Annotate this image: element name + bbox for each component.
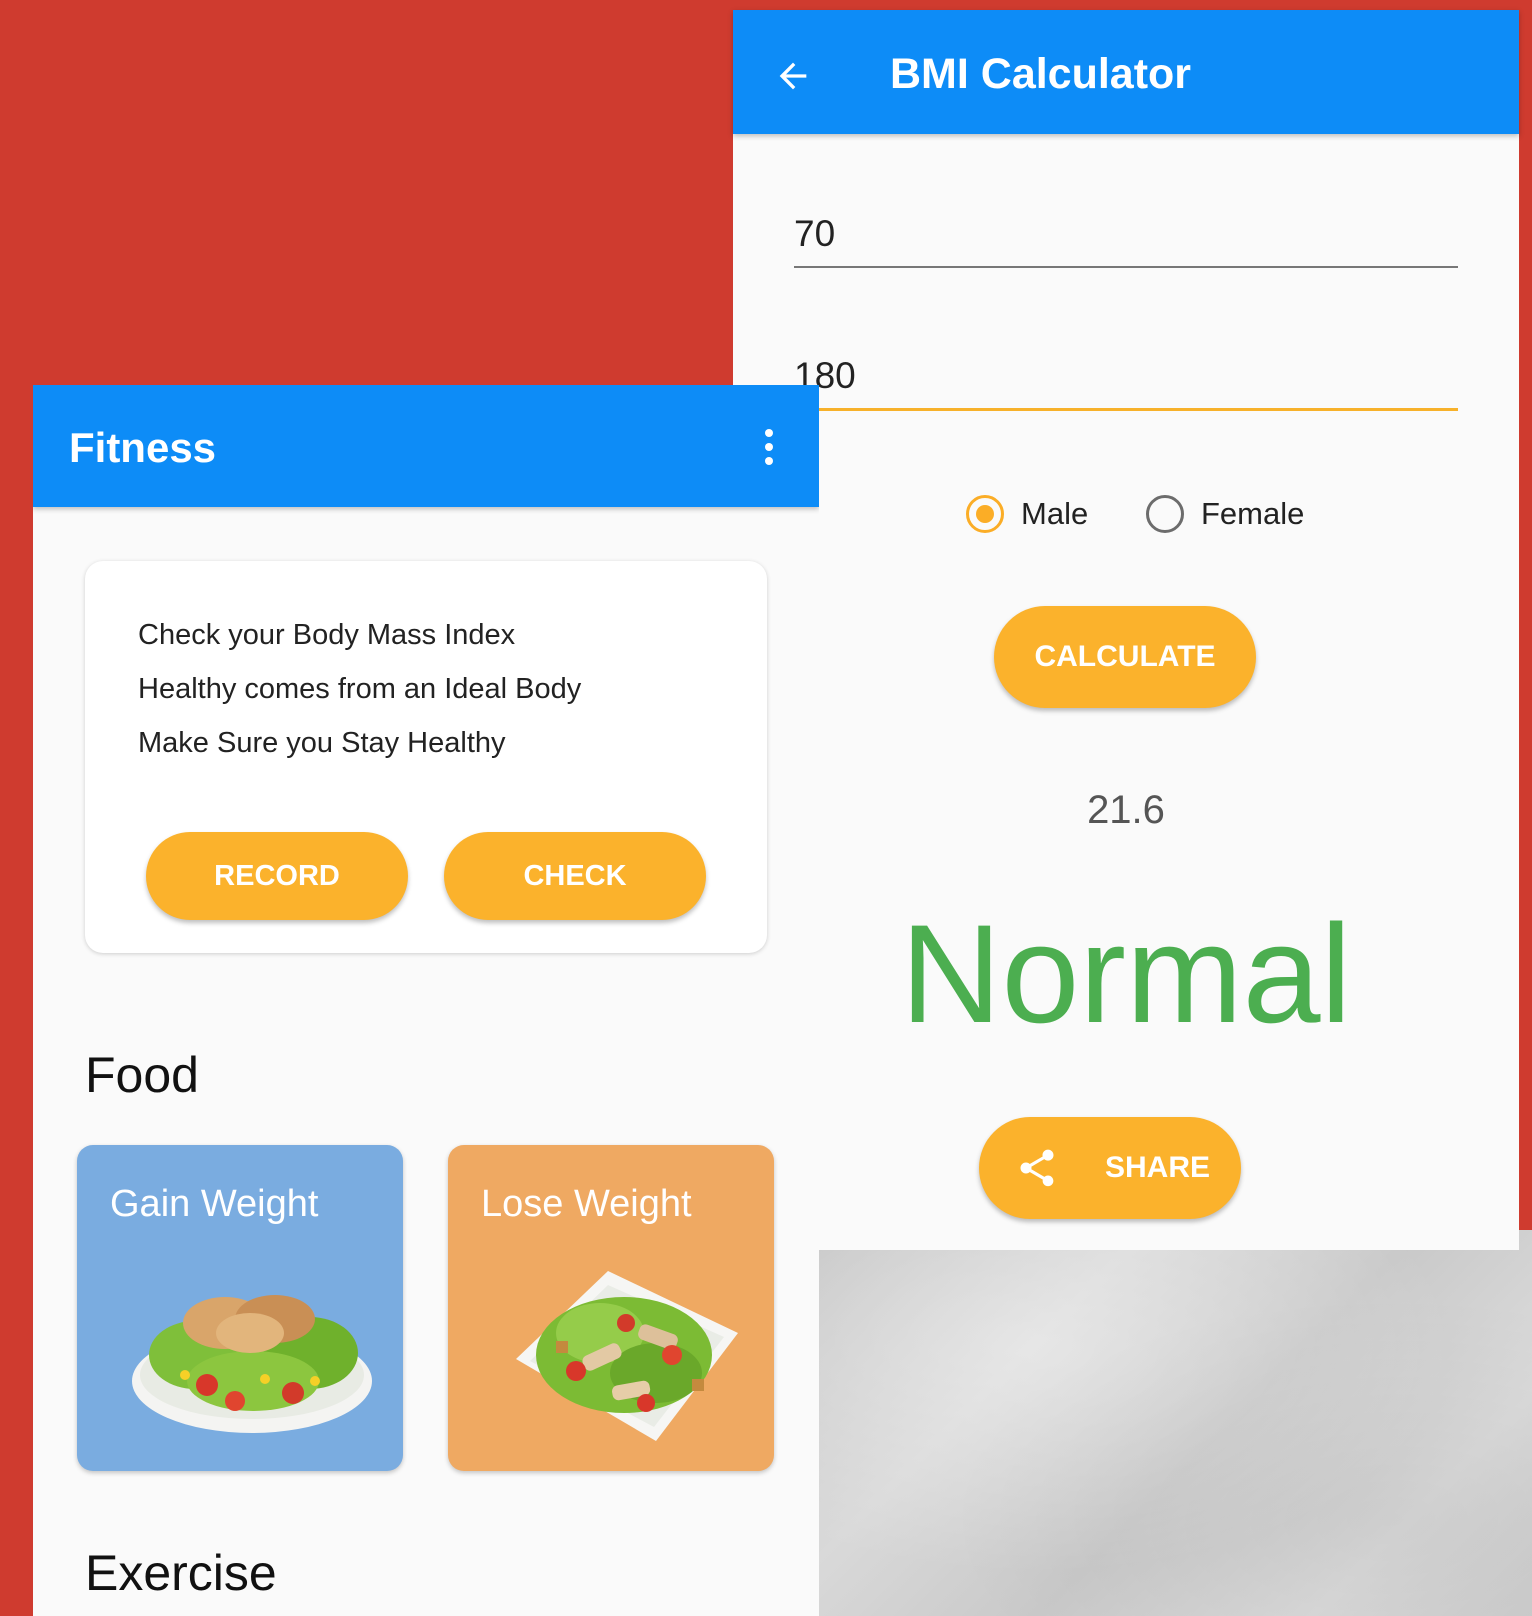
fitness-page-title: Fitness: [69, 424, 217, 471]
exercise-section-title: Exercise: [85, 1545, 277, 1601]
card-text-line: Check your Body Mass Index: [138, 619, 516, 651]
card-text-line: Healthy comes from an Ideal Body: [138, 673, 582, 705]
weight-field[interactable]: 70: [794, 212, 1458, 268]
weight-underline: [794, 266, 1458, 268]
radio-circle-icon: [1146, 495, 1184, 533]
radio-female-label[interactable]: Female: [1201, 496, 1304, 532]
record-button[interactable]: RECORD: [146, 832, 408, 920]
radio-male[interactable]: [963, 492, 1007, 536]
check-button[interactable]: CHECK: [444, 832, 706, 920]
bmi-page-title: BMI Calculator: [890, 50, 1192, 98]
height-field[interactable]: 180: [794, 354, 1458, 411]
bmi-info-card: Check your Body Mass Index Healthy comes…: [85, 561, 767, 953]
bmi-result-value: 21.6: [1087, 788, 1165, 832]
height-value: 180: [794, 355, 856, 396]
bmi-calculator-screen: BMI Calculator 70 180 Male Female CALCUL…: [733, 10, 1519, 1250]
gain-weight-label: Gain Weight: [110, 1183, 319, 1225]
arrow-left-icon[interactable]: [773, 56, 813, 96]
salad-plate-image: [132, 1295, 372, 1433]
more-vert-icon[interactable]: [763, 427, 775, 467]
card-text-line: Make Sure you Stay Healthy: [138, 727, 506, 759]
fitness-app-bar: Fitness: [33, 385, 819, 507]
height-underline: [794, 408, 1458, 411]
lose-weight-tile[interactable]: Lose Weight: [448, 1145, 774, 1471]
salad-bowl-image: [516, 1271, 738, 1441]
bmi-app-bar: BMI Calculator: [733, 10, 1519, 134]
radio-dot-icon: [976, 505, 994, 523]
lose-weight-label: Lose Weight: [481, 1183, 692, 1225]
share-button[interactable]: SHARE: [979, 1117, 1241, 1219]
share-label: SHARE: [1105, 1151, 1211, 1184]
share-icon: [1020, 1149, 1054, 1187]
weight-value: 70: [794, 213, 836, 254]
fitness-screen: Fitness Check your Body Mass Index Healt…: [33, 385, 819, 1616]
radio-female[interactable]: [1143, 492, 1187, 536]
bmi-result-status: Normal: [900, 895, 1352, 1052]
background-paper: [818, 1230, 1532, 1616]
radio-male-label[interactable]: Male: [1021, 496, 1088, 532]
food-section-title: Food: [85, 1047, 199, 1103]
gain-weight-tile[interactable]: Gain Weight: [77, 1145, 403, 1471]
calculate-button[interactable]: CALCULATE: [994, 606, 1256, 708]
